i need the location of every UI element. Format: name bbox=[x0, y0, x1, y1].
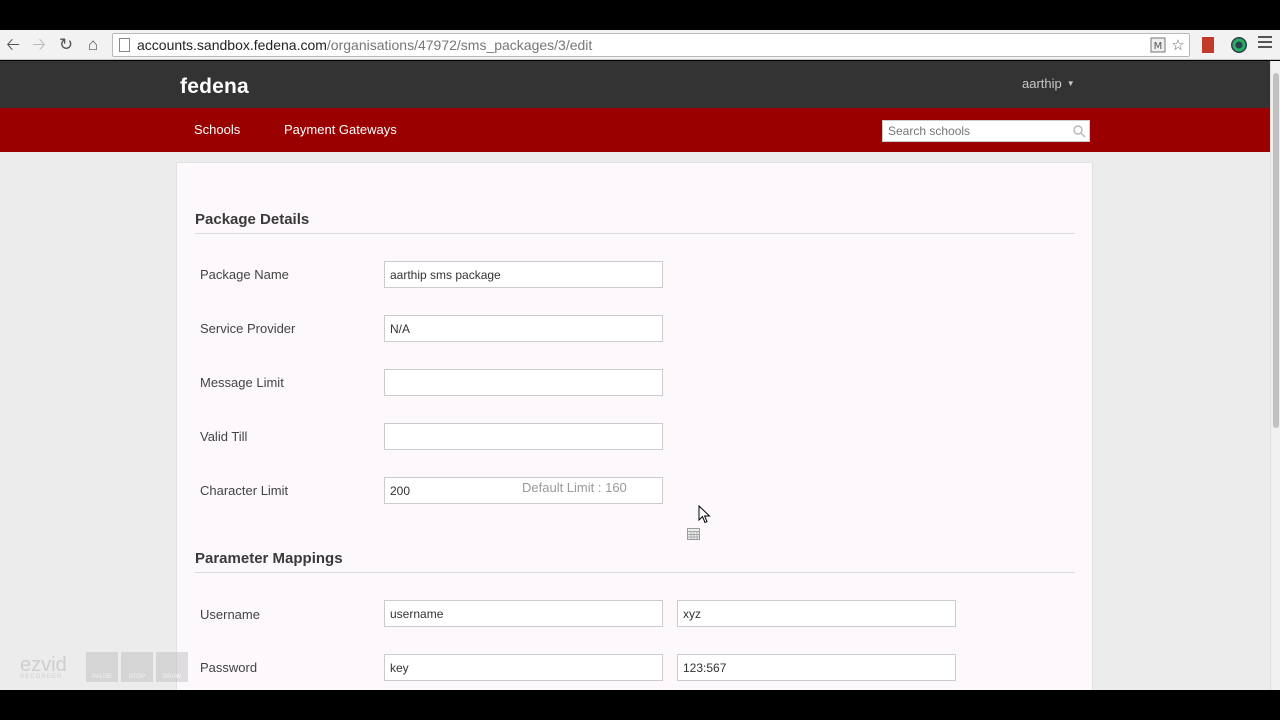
bookmark-extension-icon[interactable] bbox=[1200, 36, 1218, 54]
message-limit-label: Message Limit bbox=[200, 375, 284, 390]
password-value-field[interactable] bbox=[677, 654, 956, 681]
forward-icon[interactable]: 🡢 bbox=[28, 34, 50, 56]
extension-icon[interactable]: M bbox=[1149, 37, 1167, 55]
valid-till-label: Valid Till bbox=[200, 429, 248, 444]
username-label: Username bbox=[200, 607, 260, 622]
character-limit-label: Character Limit bbox=[200, 483, 289, 498]
back-icon[interactable]: 🡠 bbox=[2, 34, 24, 56]
section-divider bbox=[195, 233, 1075, 234]
parameter-mappings-title: Parameter Mappings bbox=[195, 550, 343, 567]
package-name-label: Package Name bbox=[200, 267, 289, 282]
stop-button[interactable]: STOP bbox=[121, 652, 153, 682]
browser-toolbar: 🡠 🡢 ↻ ⌂ accounts.sandbox.fedena.com/orga… bbox=[0, 30, 1280, 60]
url-text[interactable]: accounts.sandbox.fedena.com/organisation… bbox=[137, 37, 592, 53]
username-key-field[interactable] bbox=[384, 600, 663, 627]
valid-till-field[interactable] bbox=[384, 423, 663, 450]
sms-package-form: Package Details Package Name Service Pro… bbox=[176, 162, 1093, 690]
page-viewport: fedena aarthip ▼ Schools Payment Gateways… bbox=[0, 61, 1270, 690]
user-name: aarthip bbox=[1022, 76, 1062, 91]
bookmark-star-icon[interactable]: ☆ bbox=[1169, 37, 1187, 55]
search-icon[interactable] bbox=[1072, 124, 1086, 138]
fedena-logo[interactable]: fedena bbox=[180, 75, 249, 99]
message-limit-field[interactable] bbox=[384, 369, 663, 396]
calendar-icon[interactable] bbox=[687, 527, 700, 540]
section-divider bbox=[195, 572, 1075, 573]
top-header: fedena aarthip ▼ bbox=[0, 61, 1270, 108]
user-menu[interactable]: aarthip ▼ bbox=[1022, 76, 1075, 91]
svg-text:M: M bbox=[1154, 41, 1163, 52]
browser-chrome: 🡠 🡢 ↻ ⌂ accounts.sandbox.fedena.com/orga… bbox=[0, 0, 1280, 62]
reload-icon[interactable]: ↻ bbox=[55, 34, 77, 56]
password-label: Password bbox=[200, 660, 258, 675]
nav-schools[interactable]: Schools bbox=[194, 122, 240, 137]
pause-label: PAUSE bbox=[92, 674, 112, 680]
caret-down-icon: ▼ bbox=[1066, 79, 1075, 88]
stop-label: STOP bbox=[128, 674, 146, 680]
main-navbar: Schools Payment Gateways bbox=[0, 108, 1270, 152]
ezvid-sub: RECORDER bbox=[20, 674, 63, 680]
service-provider-label: Service Provider bbox=[200, 321, 296, 336]
draw-label: DRAW bbox=[162, 674, 182, 680]
address-bar[interactable]: accounts.sandbox.fedena.com/organisation… bbox=[112, 33, 1190, 57]
menu-icon[interactable] bbox=[1258, 36, 1272, 50]
url-path: /organisations/47972/sms_packages/3/edit bbox=[326, 37, 593, 53]
color-extension-icon[interactable] bbox=[1230, 36, 1248, 54]
default-limit-hint: Default Limit : 160 bbox=[522, 480, 627, 495]
home-icon[interactable]: ⌂ bbox=[82, 34, 104, 56]
search-input[interactable] bbox=[882, 120, 1090, 142]
url-host: accounts.sandbox.fedena.com bbox=[137, 37, 327, 53]
password-key-field[interactable] bbox=[384, 654, 663, 681]
package-name-field[interactable] bbox=[384, 261, 663, 288]
page-icon bbox=[119, 38, 130, 52]
package-details-title: Package Details bbox=[195, 211, 310, 228]
service-provider-field[interactable] bbox=[384, 315, 663, 342]
mouse-cursor-icon bbox=[698, 504, 712, 525]
pause-button[interactable]: PAUSE bbox=[86, 652, 118, 682]
bottom-bar bbox=[0, 690, 1280, 720]
ezvid-recorder-overlay: ezvid RECORDER PAUSE STOP DRAW bbox=[2, 652, 192, 686]
page-scrollbar[interactable] bbox=[1270, 61, 1280, 690]
scrollbar-thumb[interactable] bbox=[1273, 73, 1279, 428]
username-value-field[interactable] bbox=[677, 600, 956, 627]
draw-button[interactable]: DRAW bbox=[156, 652, 188, 682]
nav-payment-gateways[interactable]: Payment Gateways bbox=[284, 122, 397, 137]
